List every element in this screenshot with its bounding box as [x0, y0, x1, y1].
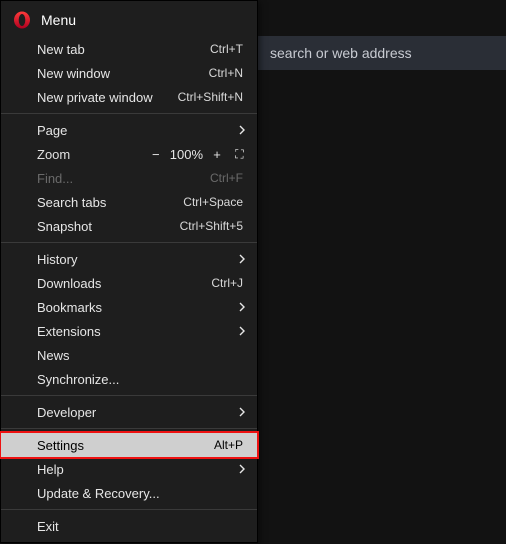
chevron-right-icon	[239, 326, 245, 336]
menu-separator	[1, 242, 257, 243]
menu-item-accel: Ctrl+Space	[183, 195, 243, 209]
menu-item-history[interactable]: History	[1, 247, 257, 271]
chevron-right-icon	[239, 125, 245, 135]
menu-header: Menu	[1, 5, 257, 37]
menu-item-accel: Ctrl+Shift+5	[180, 219, 243, 233]
menu-title: Menu	[41, 12, 76, 28]
chevron-right-icon	[239, 407, 245, 417]
menu-item-bookmarks[interactable]: Bookmarks	[1, 295, 257, 319]
menu-item-label: Find...	[37, 171, 210, 186]
chevron-right-icon	[239, 464, 245, 474]
menu-item-label: Snapshot	[37, 219, 180, 234]
chevron-right-icon	[239, 302, 245, 312]
menu-item-label: Search tabs	[37, 195, 183, 210]
menu-item-page[interactable]: Page	[1, 118, 257, 142]
menu-separator	[1, 428, 257, 429]
menu-item-label: Bookmarks	[37, 300, 243, 315]
menu-item-snapshot[interactable]: Snapshot Ctrl+Shift+5	[1, 214, 257, 238]
menu-item-zoom: Zoom − 100% + ⛶	[1, 142, 257, 166]
menu-item-label: Update & Recovery...	[37, 486, 243, 501]
menu-item-news[interactable]: News	[1, 343, 257, 367]
menu-separator	[1, 395, 257, 396]
opera-logo-icon	[13, 11, 31, 29]
menu-item-accel: Alt+P	[214, 438, 243, 452]
menu-item-accel: Ctrl+N	[209, 66, 243, 80]
menu-item-accel: Ctrl+Shift+N	[178, 90, 243, 104]
zoom-out-button[interactable]: −	[148, 147, 164, 162]
menu-item-accel: Ctrl+J	[211, 276, 243, 290]
menu-item-label: New private window	[37, 90, 178, 105]
menu-item-accel: Ctrl+T	[210, 42, 243, 56]
menu-item-update-recovery[interactable]: Update & Recovery...	[1, 481, 257, 505]
address-bar-placeholder: search or web address	[270, 45, 412, 61]
menu-item-label: Developer	[37, 405, 243, 420]
menu-item-search-tabs[interactable]: Search tabs Ctrl+Space	[1, 190, 257, 214]
menu-item-label: New tab	[37, 42, 210, 57]
menu-item-new-tab[interactable]: New tab Ctrl+T	[1, 37, 257, 61]
menu-item-new-private-window[interactable]: New private window Ctrl+Shift+N	[1, 85, 257, 109]
menu-item-synchronize[interactable]: Synchronize...	[1, 367, 257, 391]
menu-item-new-window[interactable]: New window Ctrl+N	[1, 61, 257, 85]
menu-item-accel: Ctrl+F	[210, 171, 243, 185]
menu-item-developer[interactable]: Developer	[1, 400, 257, 424]
menu-item-label: Downloads	[37, 276, 211, 291]
zoom-in-button[interactable]: +	[209, 147, 225, 162]
menu-item-label: Synchronize...	[37, 372, 243, 387]
menu-item-extensions[interactable]: Extensions	[1, 319, 257, 343]
menu-item-label: Settings	[37, 438, 214, 453]
menu-item-label: News	[37, 348, 243, 363]
menu-item-settings[interactable]: Settings Alt+P	[1, 433, 257, 457]
zoom-value: 100%	[170, 147, 203, 162]
menu-item-exit[interactable]: Exit	[1, 514, 257, 538]
menu-item-label: New window	[37, 66, 209, 81]
menu-item-label: Page	[37, 123, 243, 138]
menu-separator	[1, 509, 257, 510]
menu-separator	[1, 113, 257, 114]
fullscreen-icon[interactable]: ⛶	[231, 147, 247, 162]
menu-item-label: Help	[37, 462, 243, 477]
menu-item-downloads[interactable]: Downloads Ctrl+J	[1, 271, 257, 295]
menu-item-find: Find... Ctrl+F	[1, 166, 257, 190]
menu-item-label: Exit	[37, 519, 243, 534]
main-menu: Menu New tab Ctrl+T New window Ctrl+N Ne…	[0, 0, 258, 543]
menu-item-label: Zoom	[37, 147, 148, 162]
menu-item-help[interactable]: Help	[1, 457, 257, 481]
menu-item-label: History	[37, 252, 243, 267]
chevron-right-icon	[239, 254, 245, 264]
menu-item-label: Extensions	[37, 324, 243, 339]
